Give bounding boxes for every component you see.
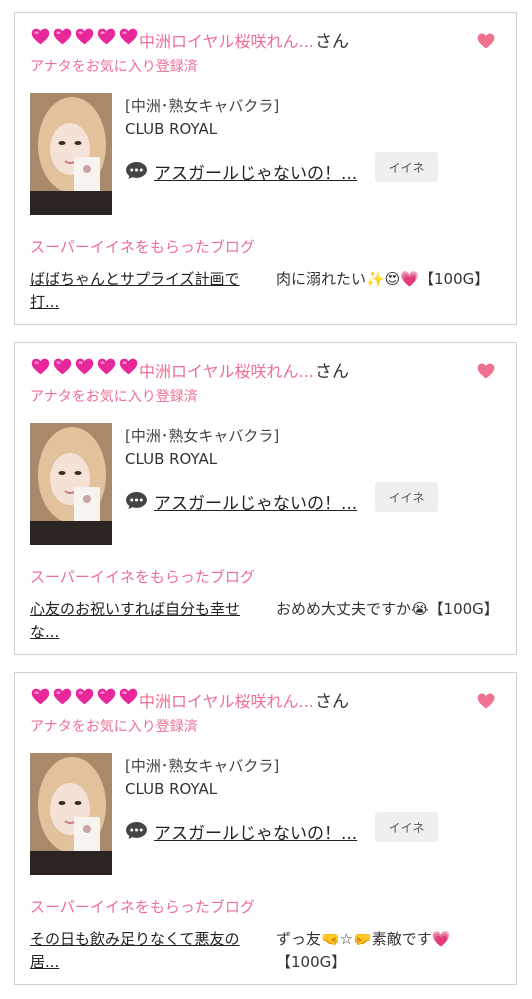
heart-icon xyxy=(75,358,94,375)
cast-photo[interactable] xyxy=(30,753,112,875)
user-card: 中洲ロイヤル桜咲れん... さん アナタをお気に入り登録済 [中洲･熟女キャバク… xyxy=(14,342,517,655)
blog-title-link[interactable]: アスガールじゃないの！... xyxy=(154,159,357,184)
super-iine-label: スーパーイイネをもらったブログ xyxy=(30,238,255,256)
heart-icon xyxy=(53,28,72,45)
super-iine-blog-link[interactable]: その日も飲み足りなくて悪友の居... xyxy=(30,928,266,974)
super-iine-comment: 肉に溺れたい✨😍💗【100G】 xyxy=(276,270,490,288)
heart-icon xyxy=(53,688,72,705)
favorite-heart-icon[interactable] xyxy=(476,361,496,381)
rank-hearts xyxy=(30,686,139,707)
favorite-heart-icon[interactable] xyxy=(476,691,496,711)
heart-icon xyxy=(31,28,50,45)
heart-icon xyxy=(119,28,138,45)
iine-button[interactable]: イイネ xyxy=(375,152,438,182)
shop-name: CLUB ROYAL xyxy=(125,120,218,138)
honorific: さん xyxy=(315,32,349,52)
honorific: さん xyxy=(315,692,349,712)
cast-name-link[interactable]: 中洲ロイヤル桜咲れん... xyxy=(139,688,314,712)
super-iine-comment: おめめ大丈夫ですか😭【100G】 xyxy=(276,600,499,618)
photo-graphic xyxy=(30,93,112,215)
heart-icon xyxy=(119,688,138,705)
photo-graphic xyxy=(30,423,112,545)
heart-icon xyxy=(31,688,50,705)
heart-icon xyxy=(75,28,94,45)
heart-icon xyxy=(75,688,94,705)
speech-bubble-icon xyxy=(126,161,147,180)
cast-name-link[interactable]: 中洲ロイヤル桜咲れん... xyxy=(139,28,314,52)
super-iine-comment: ずっ友🤜☆🤛素敵です💗【100G】 xyxy=(276,930,451,971)
heart-icon xyxy=(31,358,50,375)
cast-photo[interactable] xyxy=(30,423,112,545)
favorite-status: アナタをお気に入り登録済 xyxy=(30,719,198,735)
shop-name: CLUB ROYAL xyxy=(125,780,218,798)
speech-bubble-icon xyxy=(126,821,147,840)
favorite-heart-icon[interactable] xyxy=(476,31,496,51)
iine-button[interactable]: イイネ xyxy=(375,812,438,842)
blog-title-link[interactable]: アスガールじゃないの！... xyxy=(154,819,357,844)
heart-icon xyxy=(53,358,72,375)
photo-graphic xyxy=(30,753,112,875)
favorite-status: アナタをお気に入り登録済 xyxy=(30,59,198,75)
speech-bubble-icon xyxy=(126,491,147,510)
super-iine-blog-link[interactable]: ばばちゃんとサプライズ計画で打... xyxy=(30,268,266,314)
heart-icon xyxy=(97,358,116,375)
shop-type: [中洲･熟女キャバクラ] xyxy=(125,757,280,775)
honorific: さん xyxy=(315,362,349,382)
rank-hearts xyxy=(30,356,139,377)
blog-title-link[interactable]: アスガールじゃないの！... xyxy=(154,489,357,514)
favorite-status: アナタをお気に入り登録済 xyxy=(30,389,198,405)
user-card: 中洲ロイヤル桜咲れん... さん アナタをお気に入り登録済 [中洲･熟女キャバク… xyxy=(14,12,517,325)
cast-name-link[interactable]: 中洲ロイヤル桜咲れん... xyxy=(139,358,314,382)
shop-name: CLUB ROYAL xyxy=(125,450,218,468)
heart-icon xyxy=(97,688,116,705)
shop-type: [中洲･熟女キャバクラ] xyxy=(125,427,280,445)
user-card: 中洲ロイヤル桜咲れん... さん アナタをお気に入り登録済 [中洲･熟女キャバク… xyxy=(14,672,517,985)
heart-icon xyxy=(97,28,116,45)
shop-type: [中洲･熟女キャバクラ] xyxy=(125,97,280,115)
heart-icon xyxy=(119,358,138,375)
super-iine-blog-link[interactable]: 心友のお祝いすれば自分も幸せな... xyxy=(30,598,266,644)
super-iine-label: スーパーイイネをもらったブログ xyxy=(30,898,255,916)
rank-hearts xyxy=(30,26,139,47)
super-iine-label: スーパーイイネをもらったブログ xyxy=(30,568,255,586)
cast-photo[interactable] xyxy=(30,93,112,215)
iine-button[interactable]: イイネ xyxy=(375,482,438,512)
